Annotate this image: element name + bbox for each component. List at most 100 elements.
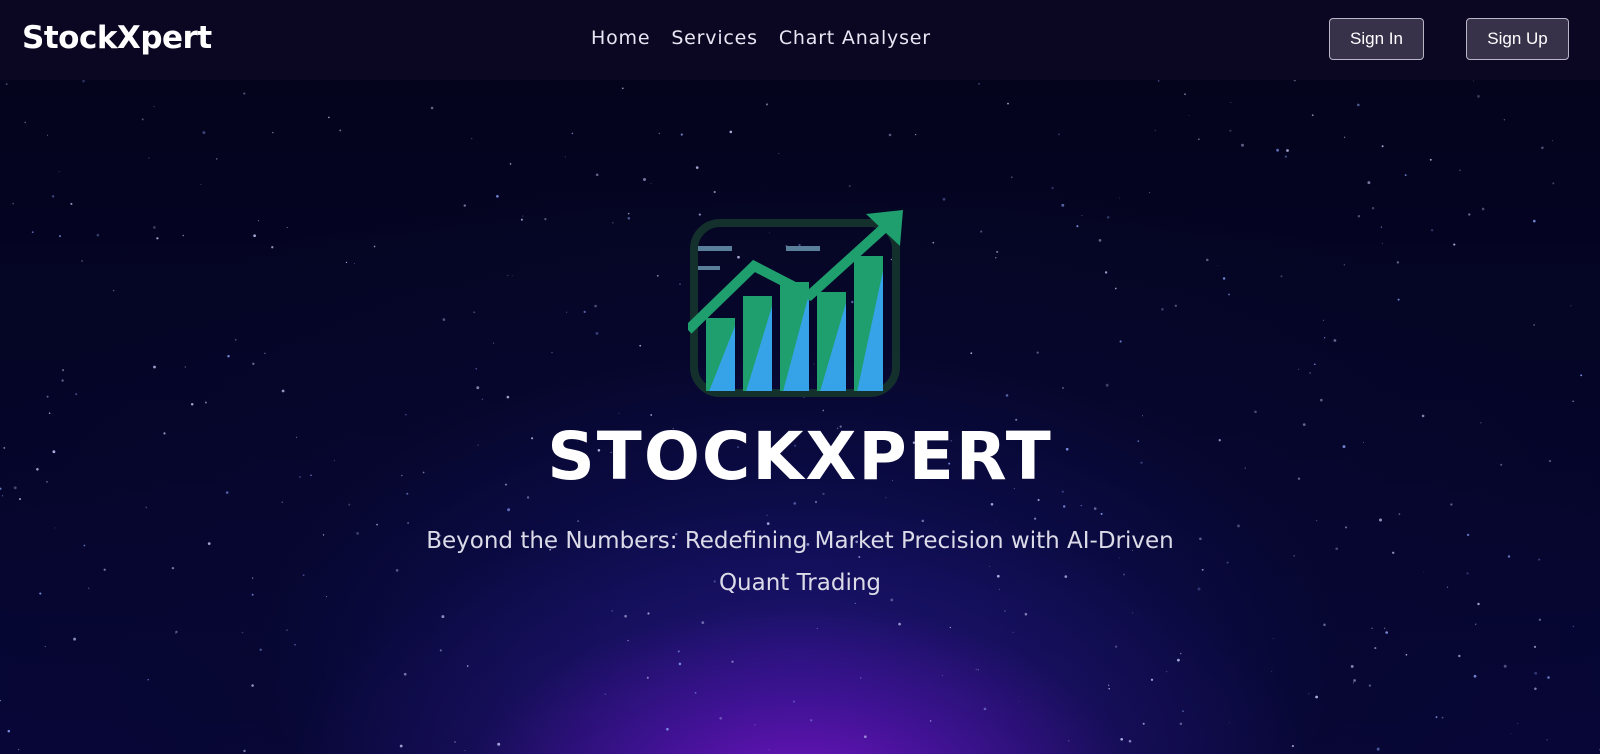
star [929, 720, 932, 722]
star [207, 542, 211, 545]
star [1380, 226, 1382, 228]
star [1374, 647, 1377, 650]
star [1154, 129, 1156, 132]
star [970, 352, 973, 355]
star [942, 674, 944, 676]
star [650, 183, 652, 184]
star [1404, 174, 1407, 177]
star [171, 566, 175, 570]
star [1080, 505, 1082, 507]
star [1381, 242, 1383, 244]
star [544, 218, 547, 221]
star [1298, 368, 1300, 370]
star [1397, 298, 1400, 301]
star [1323, 623, 1326, 627]
star [621, 87, 624, 90]
star [713, 190, 716, 194]
star [1333, 339, 1337, 342]
star [860, 677, 862, 679]
star [1280, 275, 1283, 278]
star [1184, 93, 1186, 95]
star [677, 650, 680, 653]
star [1119, 340, 1122, 343]
star [202, 131, 206, 135]
star [1108, 684, 1110, 686]
star [356, 532, 359, 535]
star [1005, 394, 1009, 397]
star [778, 153, 780, 155]
star [1228, 293, 1230, 296]
star [729, 130, 733, 134]
star [765, 103, 769, 106]
star [978, 83, 980, 85]
star [1384, 627, 1386, 629]
star [1335, 547, 1339, 551]
star [695, 166, 699, 169]
sign-up-button[interactable]: Sign Up [1466, 18, 1569, 60]
star [694, 692, 697, 694]
star [1453, 243, 1456, 246]
star [1106, 216, 1110, 219]
star [754, 724, 756, 726]
star [1343, 264, 1346, 266]
star [243, 92, 246, 95]
star [583, 310, 586, 314]
star [441, 615, 445, 619]
star [1459, 169, 1461, 171]
star [885, 497, 887, 499]
star [1051, 186, 1054, 190]
star [932, 241, 935, 244]
brand-logo[interactable]: StockXpert [22, 20, 212, 56]
star [551, 352, 553, 354]
star [646, 676, 649, 679]
navbar: StockXpert Home Services Chart Analyser … [0, 0, 1600, 80]
star [949, 626, 951, 629]
star [46, 395, 49, 398]
nav-link-chart-analyser[interactable]: Chart Analyser [779, 27, 931, 49]
star [252, 362, 255, 365]
star [103, 568, 106, 571]
star [815, 501, 817, 503]
star [281, 501, 284, 504]
rising-bar-chart-icon [684, 210, 918, 410]
star [1, 495, 4, 497]
star [1222, 277, 1226, 280]
star [1315, 695, 1318, 699]
star [73, 637, 77, 641]
star [82, 79, 85, 83]
star [1371, 627, 1373, 630]
star [816, 627, 818, 630]
star [328, 116, 330, 119]
star [1572, 400, 1574, 402]
star [405, 414, 407, 416]
star [475, 368, 477, 370]
star [81, 259, 84, 262]
star [286, 226, 288, 229]
star [1166, 671, 1168, 673]
star [1311, 114, 1314, 117]
star [184, 366, 186, 368]
star [1179, 652, 1182, 655]
star [1007, 102, 1009, 105]
sign-in-button[interactable]: Sign In [1329, 18, 1424, 60]
star [1538, 618, 1542, 621]
star [1534, 671, 1538, 675]
star [618, 412, 620, 414]
star [1037, 498, 1040, 502]
star [112, 289, 115, 292]
star [1024, 612, 1028, 616]
star [24, 121, 27, 124]
star [345, 261, 348, 264]
nav-link-services[interactable]: Services [671, 27, 758, 49]
star [1423, 571, 1424, 573]
star [152, 225, 156, 229]
star [1447, 586, 1449, 588]
star [497, 742, 501, 746]
nav-link-home[interactable]: Home [591, 27, 650, 49]
star [1350, 664, 1354, 668]
star [1533, 645, 1537, 649]
star [272, 131, 274, 134]
star [439, 649, 442, 652]
star [1254, 410, 1257, 414]
star [564, 156, 566, 158]
